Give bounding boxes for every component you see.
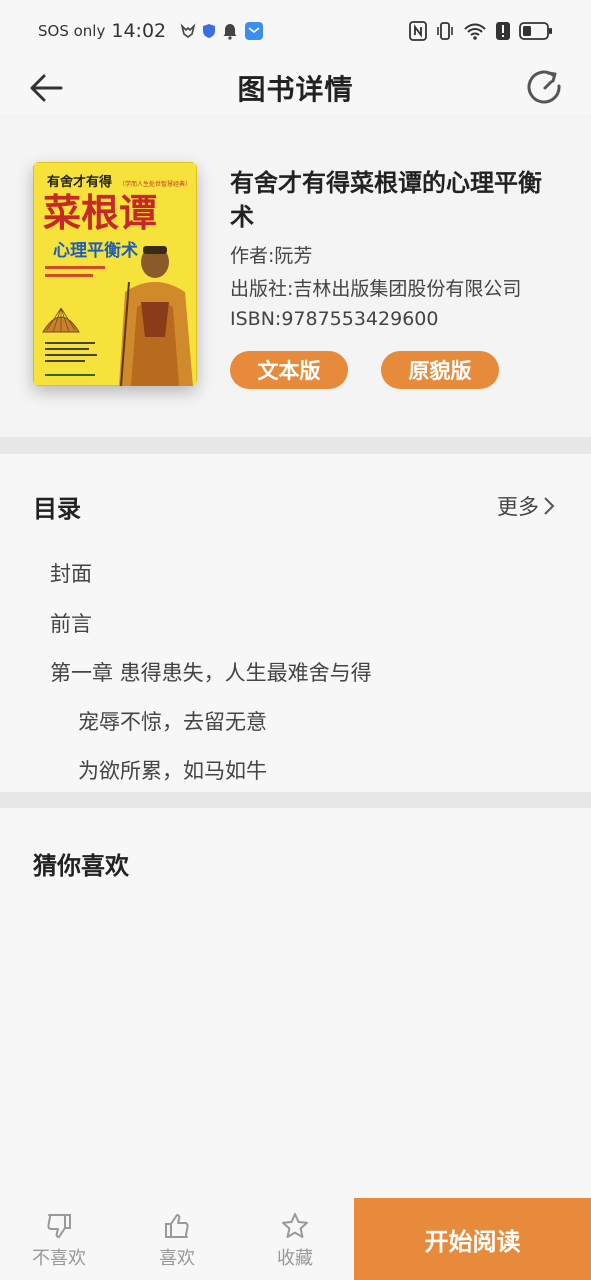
alert-icon — [495, 21, 511, 41]
cover-badge-text: 〔学而人生处世智慧经典〕 — [119, 180, 191, 188]
toc-more-button[interactable]: 更多 — [497, 491, 555, 521]
recommend-title: 猜你喜欢 — [33, 852, 129, 880]
toc-item[interactable]: 宠辱不惊，去留无意 — [78, 706, 267, 736]
refresh-icon — [527, 70, 561, 104]
toc-more-label: 更多 — [497, 495, 539, 519]
book-info-section: 有舍才有得 〔学而人生处世智慧经典〕 菜根谭 心理平衡术 有舍才有得菜根谭的心理… — [0, 114, 591, 437]
toc-item[interactable]: 第一章 患得患失，人生最难舍与得 — [50, 657, 372, 687]
thumbs-up-icon — [165, 1214, 189, 1238]
book-publisher: 出版社:吉林出版集团股份有限公司 — [230, 278, 522, 300]
bottom-action-bar: 不喜欢 喜欢 收藏 开始阅读 — [0, 1198, 591, 1280]
app-notification-icon — [244, 21, 264, 41]
bell-icon — [222, 23, 238, 40]
back-button[interactable] — [26, 68, 66, 108]
shield-icon — [202, 23, 216, 39]
arrow-left-icon — [30, 74, 63, 102]
toc-item[interactable]: 前言 — [50, 608, 92, 638]
book-isbn: ISBN:9787553429600 — [230, 308, 439, 330]
status-bar: SOS only 14:02 — [0, 0, 591, 62]
book-cover[interactable]: 有舍才有得 〔学而人生处世智慧经典〕 菜根谭 心理平衡术 — [33, 162, 197, 386]
favorite-label: 收藏 — [277, 1248, 313, 1269]
refresh-button[interactable] — [523, 66, 567, 110]
carrier-text: SOS only — [38, 22, 106, 40]
toc-item[interactable]: 为欲所累，如马如牛 — [78, 755, 267, 785]
recommend-section: 猜你喜欢 — [0, 808, 591, 1198]
thumbs-down-icon — [47, 1214, 71, 1238]
vibrate-icon — [435, 21, 455, 41]
cover-top-text: 有舍才有得 — [47, 174, 112, 190]
header: 图书详情 — [0, 62, 591, 114]
book-title: 有舍才有得菜根谭的心理平衡术 — [230, 169, 542, 231]
original-version-button[interactable]: 原貌版 — [381, 351, 499, 389]
nfc-icon — [409, 21, 427, 41]
clock: 14:02 — [111, 20, 167, 42]
dislike-button[interactable]: 不喜欢 — [0, 1198, 118, 1280]
dislike-label: 不喜欢 — [32, 1248, 86, 1269]
chevron-right-icon — [544, 497, 555, 515]
toc-section: 目录 更多 封面 前言 第一章 患得患失，人生最难舍与得 宠辱不惊，去留无意 为… — [0, 454, 591, 792]
section-divider — [0, 792, 591, 808]
star-icon — [282, 1213, 308, 1238]
like-label: 喜欢 — [159, 1248, 195, 1269]
text-version-button[interactable]: 文本版 — [230, 351, 348, 389]
battery-icon — [519, 22, 553, 40]
like-button[interactable]: 喜欢 — [118, 1198, 236, 1280]
toc-title: 目录 — [33, 495, 81, 523]
start-reading-button[interactable]: 开始阅读 — [354, 1198, 591, 1280]
page-title: 图书详情 — [237, 73, 354, 106]
toc-item[interactable]: 封面 — [50, 558, 92, 588]
favorite-button[interactable]: 收藏 — [236, 1198, 354, 1280]
book-author: 作者:阮芳 — [230, 245, 313, 267]
cover-main-title: 菜根谭 — [43, 190, 157, 235]
cover-subtitle: 心理平衡术 — [53, 240, 138, 261]
section-divider — [0, 437, 591, 454]
fox-icon — [180, 23, 196, 39]
wifi-icon — [463, 21, 487, 41]
